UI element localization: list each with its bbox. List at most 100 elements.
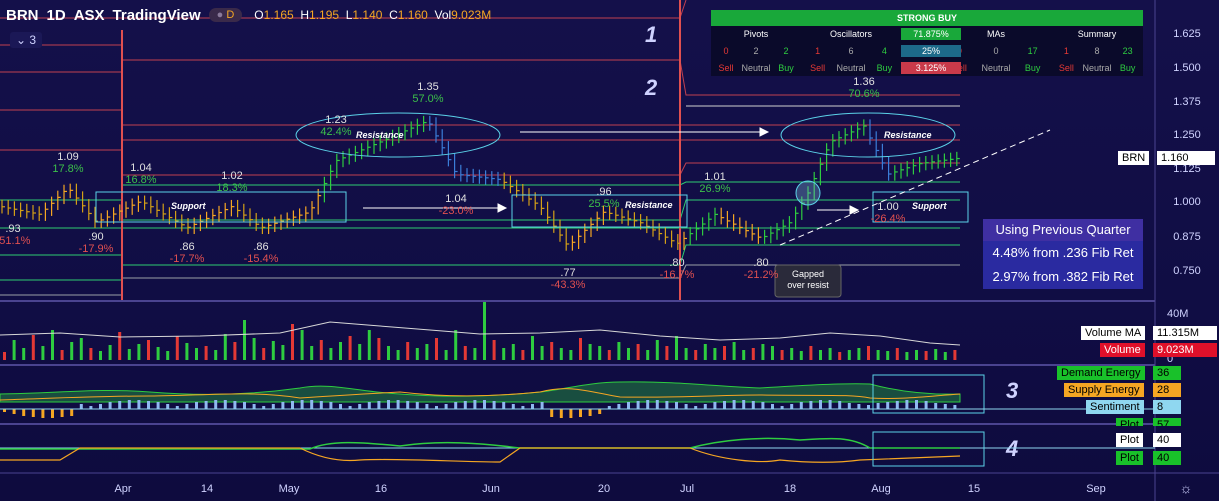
sentiment-bar — [915, 400, 918, 409]
sentiment-bar — [703, 404, 707, 409]
plot-label-bot: Plot — [1116, 451, 1143, 465]
high-low-price-label: 1.00 — [877, 201, 898, 213]
volume-bar — [617, 342, 621, 360]
volume-bar — [118, 332, 122, 360]
price-tick: 1.500 — [1173, 62, 1201, 74]
volume-bar — [751, 348, 755, 360]
plot-value-top: 57 — [1153, 418, 1181, 426]
volume-bar — [156, 347, 160, 360]
signal-label: Neutral — [981, 63, 1011, 73]
indicators-toggle[interactable]: ⌄ 3 — [10, 32, 43, 48]
high-low-price-label: 1.23 — [325, 114, 346, 126]
volume-label: Volume — [1100, 343, 1145, 357]
interval[interactable]: 1D — [47, 7, 66, 24]
sentiment-bar — [627, 402, 630, 409]
sentiment-bar — [252, 404, 256, 409]
volume-bar — [223, 334, 227, 360]
high-low-price-label: 1.36 — [853, 76, 874, 88]
volume-bar — [271, 341, 275, 360]
symbol[interactable]: BRN — [6, 7, 39, 24]
high-low-pct-label: 17.8% — [52, 163, 83, 175]
sentiment-bar — [195, 402, 198, 409]
sentiment-bar — [492, 401, 496, 409]
fib-info-line-1: 4.48% from .236 Fib Ret — [983, 241, 1143, 265]
sentiment-bar — [166, 404, 170, 409]
volume-bar — [387, 346, 390, 360]
sentiment-bar — [531, 404, 534, 409]
current-price-tag: 1.160 — [1157, 151, 1215, 165]
time-tick: 18 — [784, 483, 796, 495]
volume-bar — [233, 342, 237, 360]
high-low-price-label: .80 — [669, 257, 684, 269]
volume-bar — [761, 344, 765, 360]
sentiment-bar — [636, 401, 640, 409]
volume-bar — [166, 351, 170, 360]
high-low-pct-label: 70.6% — [848, 88, 879, 100]
sentiment-bar — [809, 401, 813, 409]
sentiment-bar — [723, 401, 726, 409]
high-low-price-label: .86 — [253, 241, 268, 253]
sentiment-bar — [569, 409, 573, 418]
sentiment-bar — [454, 402, 458, 409]
high-low-pct-label: 26.9% — [699, 183, 730, 195]
sentiment-bar — [127, 400, 131, 409]
delay-badge: ● D — [208, 8, 243, 22]
volume-bar — [953, 350, 957, 360]
time-tick: Sep — [1086, 483, 1106, 495]
demand-energy-area — [0, 381, 961, 403]
zone-label: Support — [912, 201, 947, 211]
time-tick: 14 — [201, 483, 213, 495]
sentiment-bar — [79, 404, 83, 409]
price-tick: 1.250 — [1173, 129, 1201, 141]
signal-label: Neutral — [1082, 63, 1112, 73]
high-low-pct-label: -21.2% — [744, 269, 779, 281]
volume-bar — [905, 352, 909, 360]
tradingview-chart[interactable]: 1 2 3 4 Resistance Resistance Support Re… — [0, 0, 1219, 501]
sentiment-bar — [934, 403, 938, 409]
volume-bar — [607, 350, 611, 360]
volume-bar — [646, 350, 650, 360]
volume-bars — [3, 302, 957, 360]
sentiment-bar — [281, 402, 285, 409]
volume-bar — [22, 348, 26, 360]
volume-bar — [444, 350, 448, 360]
signal-count: 0 — [993, 46, 999, 56]
volume-bar — [377, 338, 381, 360]
high-low-pct-label: -43.3% — [551, 279, 586, 291]
volume-bar — [415, 348, 419, 360]
sentiment-bar — [387, 400, 390, 409]
sentiment-bar — [406, 401, 410, 409]
volume-bar — [127, 349, 131, 360]
volume-bar — [473, 348, 477, 360]
sentiment-bar — [886, 402, 890, 409]
sentiment-bar — [185, 404, 189, 409]
sentiment-bar — [233, 401, 237, 409]
sentiment-bar — [51, 409, 54, 418]
volume-bar — [99, 351, 102, 360]
signal-count: 2 — [783, 46, 789, 56]
volume-bar — [838, 352, 842, 360]
high-low-pct-label: -16.7% — [660, 269, 695, 281]
sentiment-bar — [70, 409, 74, 416]
volume-bar — [694, 350, 698, 360]
signal-group-name: Summary — [1077, 29, 1117, 39]
time-tick: Jun — [482, 483, 500, 495]
sentiment-bar — [214, 400, 218, 409]
high-low-price-label: 1.35 — [417, 81, 438, 93]
volume-bar — [511, 344, 515, 360]
fib-info-title: Using Previous Quarter — [983, 219, 1143, 241]
signal-pct-buy: 71.875% — [901, 28, 961, 40]
sentiment-bar — [291, 401, 294, 409]
energy-panel — [0, 374, 1155, 418]
ohlc-values: O1.165 H1.195 L1.140 C1.160 Vol9.023M — [254, 8, 492, 22]
volume-bar — [367, 330, 371, 360]
high-low-pct-label: 57.0% — [412, 93, 443, 105]
price-tick: 1.625 — [1173, 28, 1201, 40]
sentiment-bar — [319, 401, 323, 409]
sentiment-bar — [732, 400, 736, 409]
volume-bar — [435, 338, 438, 360]
time-tick: Apr — [114, 483, 131, 495]
signal-label: Sell — [718, 63, 734, 73]
volume-bar — [319, 340, 323, 360]
sentiment-bar — [358, 404, 362, 409]
